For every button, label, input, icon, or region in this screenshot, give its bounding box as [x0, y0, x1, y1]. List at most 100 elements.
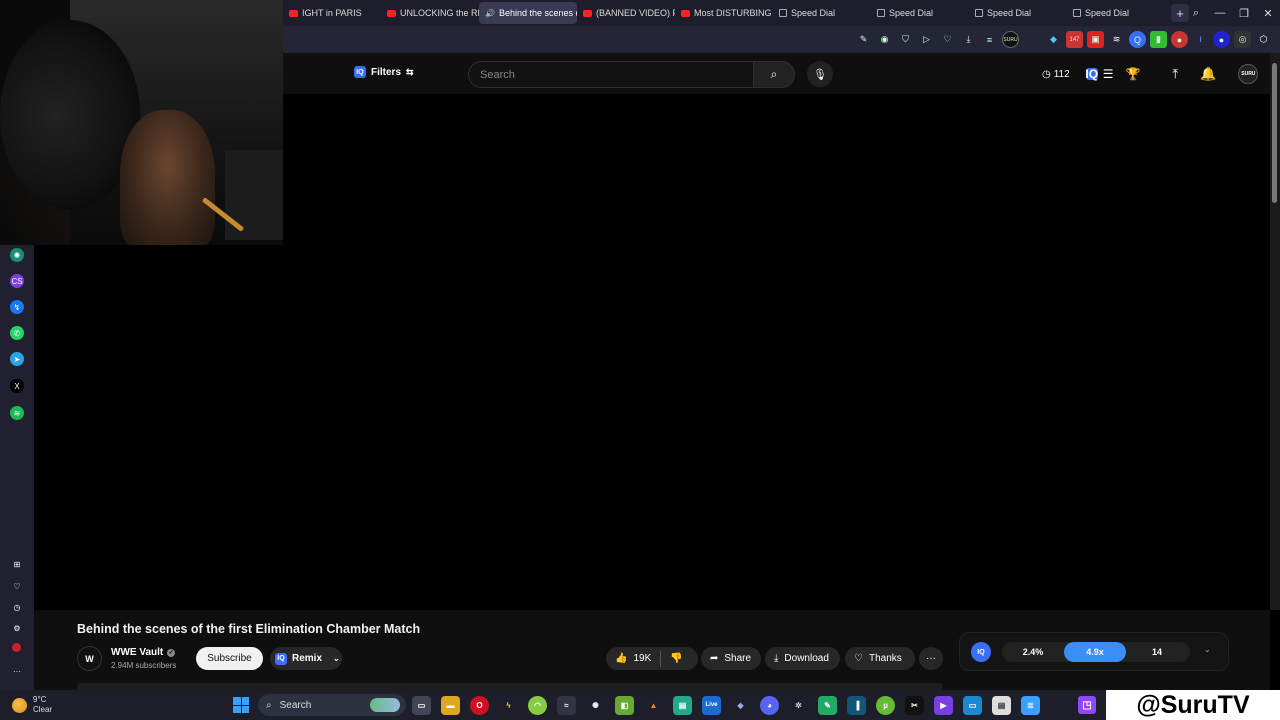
extension-gem-icon[interactable]: ◆ — [1045, 31, 1062, 48]
browser-tab[interactable]: (BANNED VIDEO) PRO — [577, 2, 675, 24]
remix-button[interactable]: IQ Remix ⌄ — [270, 647, 342, 670]
extension-red-icon[interactable]: ▣ — [1087, 31, 1104, 48]
thanks-button[interactable]: ♡ Thanks — [845, 647, 915, 670]
thumbs-down-icon[interactable]: 👎 — [670, 653, 682, 664]
browser-tab[interactable]: Speed Dial — [773, 2, 871, 24]
game-app-icon[interactable]: ≈ — [557, 695, 576, 715]
more-actions-button[interactable]: ··· — [919, 647, 943, 670]
utorrent-icon[interactable]: µ — [876, 695, 895, 715]
browser-tab[interactable]: Speed Dial — [969, 2, 1067, 24]
trophy-icon[interactable]: 🏆 — [1125, 67, 1140, 81]
media-player-icon[interactable]: ▶ — [934, 695, 953, 715]
settings-gear-icon[interactable]: ⚙ — [10, 621, 24, 635]
play-icon[interactable]: ▷ — [918, 31, 935, 48]
chevron-down-icon[interactable]: ⌄ — [1204, 645, 1211, 654]
lightning-app-icon[interactable]: ϟ — [499, 696, 518, 715]
scroll-thumb[interactable] — [1272, 63, 1277, 203]
extensions-puzzle-icon[interactable]: ⬡ — [1255, 31, 1272, 48]
share-button[interactable]: ➦ Share — [701, 647, 761, 670]
extension-blue-icon[interactable]: ● — [1213, 31, 1230, 48]
opera-browser-icon[interactable]: O — [470, 695, 489, 715]
network-app-icon[interactable]: ✲ — [789, 696, 808, 715]
apps-grid-icon[interactable]: ⊞ — [10, 557, 24, 571]
vlc-icon[interactable]: ▲ — [644, 696, 663, 715]
discord-icon[interactable]: ◕ — [760, 695, 779, 715]
browser-tab[interactable]: Speed Dial — [871, 2, 969, 24]
browser-tab[interactable]: Speed Dial — [1067, 2, 1165, 24]
account-avatar[interactable]: SURU — [1238, 64, 1259, 84]
editor-app-icon[interactable]: ✎ — [818, 695, 837, 715]
thumbs-up-icon[interactable]: 👍 — [615, 653, 627, 664]
taskbar-search[interactable]: ⌕ Search — [258, 694, 406, 716]
channel-avatar[interactable]: W — [77, 646, 102, 671]
extension-red-round-icon[interactable]: ● — [1171, 31, 1188, 48]
notepad-icon[interactable]: ≣ — [1021, 695, 1040, 715]
shield-icon[interactable]: ⛉ — [897, 31, 914, 48]
edit-icon[interactable]: ✎ — [855, 31, 872, 48]
blue-app-icon[interactable]: ▐ — [847, 695, 866, 715]
subscribe-button[interactable]: Subscribe — [196, 647, 263, 670]
search-button[interactable]: ⌕ — [753, 61, 795, 88]
browser-tab-active[interactable]: 🔊 Behind the scenes of — [479, 2, 577, 24]
speed-dial-icon — [779, 9, 787, 17]
weather-widget[interactable]: 9°C Clear — [12, 695, 52, 715]
close-icon[interactable]: ✕ — [1256, 7, 1280, 20]
profile-icon[interactable]: SURU — [1002, 31, 1019, 48]
browser-tab[interactable]: IGHT in PARIS — [283, 2, 381, 24]
extension-iq-icon[interactable]: Q — [1129, 31, 1146, 48]
chatgpt-desktop-icon[interactable]: ✺ — [586, 696, 605, 715]
windows-start-icon[interactable] — [233, 697, 249, 713]
history-icon[interactable]: ◷ — [10, 600, 24, 614]
iq-logo-icon[interactable]: IQ — [971, 642, 991, 662]
x-twitter-icon[interactable]: X — [10, 379, 24, 393]
watch-counter[interactable]: ◷ 112 — [1042, 69, 1070, 80]
diamond-app-icon[interactable]: ◆ — [731, 696, 750, 715]
screen-app-icon[interactable]: ▭ — [963, 695, 982, 715]
restore-icon[interactable]: ❐ — [1232, 7, 1256, 20]
minimize-icon[interactable]: — — [1208, 7, 1232, 19]
document-app-icon[interactable]: ▤ — [992, 695, 1011, 715]
extension-badge-icon[interactable]: 147 — [1066, 31, 1083, 48]
live-app-icon[interactable]: Live — [702, 695, 721, 715]
notifications-bell-icon[interactable]: 🔔 — [1200, 66, 1216, 82]
voice-search-button[interactable]: 🎙 — [807, 61, 833, 87]
browser-tab[interactable]: UNLOCKING the REAL — [381, 2, 479, 24]
page-scrollbar[interactable] — [1270, 53, 1280, 610]
rss-icon[interactable]: ≋ — [1108, 31, 1125, 48]
brave-like-app-icon[interactable]: ◧ — [615, 695, 634, 715]
download-icon[interactable]: ⤓ — [960, 31, 977, 48]
iq-stat[interactable]: 2.4% — [1002, 642, 1064, 662]
download-button[interactable]: ⤓ Download — [765, 647, 840, 670]
like-count[interactable]: 19K — [633, 653, 651, 664]
heart-icon[interactable]: ♡ — [10, 579, 24, 593]
heart-icon[interactable]: ♡ — [939, 31, 956, 48]
search-input[interactable]: Search — [468, 61, 753, 88]
green-app-icon[interactable]: ▤ — [673, 695, 692, 715]
messenger-icon[interactable]: ↯ — [10, 300, 24, 314]
browser-tab[interactable]: Most DISTURBING Ab — [675, 2, 773, 24]
extension-cs-icon[interactable]: CS — [10, 274, 24, 288]
upload-icon[interactable]: ⤒ — [1172, 66, 1178, 82]
whatsapp-icon[interactable]: ✆ — [10, 326, 24, 340]
extension-wave-icon[interactable]: ≀ — [1192, 31, 1209, 48]
tab-search-icon[interactable]: ⌕ — [1184, 7, 1208, 20]
more-icon[interactable]: ··· — [10, 664, 24, 678]
chatgpt-icon[interactable]: ✺ — [10, 248, 24, 262]
iq-stat[interactable]: 14 — [1126, 642, 1188, 662]
iq-stat-highlighted[interactable]: 4.9x — [1064, 642, 1126, 662]
task-view-icon[interactable]: ▭ — [412, 695, 431, 715]
camera-icon[interactable]: ◉ — [876, 31, 893, 48]
channel-name[interactable]: WWE Vault ✓ — [111, 647, 176, 658]
extension-dark-icon[interactable]: ◎ — [1234, 31, 1251, 48]
iq-menu-icon[interactable]: IQ — [1085, 67, 1098, 81]
android-app-icon[interactable]: ◠ — [528, 695, 547, 715]
menu-icon[interactable]: ≡ — [981, 31, 998, 48]
capcut-icon[interactable]: ✂ — [905, 695, 924, 715]
telegram-icon[interactable]: ➤ — [10, 352, 24, 366]
spotify-icon[interactable]: ≋ — [10, 406, 24, 420]
list-icon[interactable]: ☰ — [1103, 67, 1114, 81]
extension-red-icon[interactable] — [12, 643, 21, 652]
file-explorer-icon[interactable]: ▬ — [441, 695, 460, 715]
extension-green-icon[interactable]: ▮ — [1150, 31, 1167, 48]
filters-button[interactable]: IQ Filters ⇆ — [354, 66, 414, 78]
